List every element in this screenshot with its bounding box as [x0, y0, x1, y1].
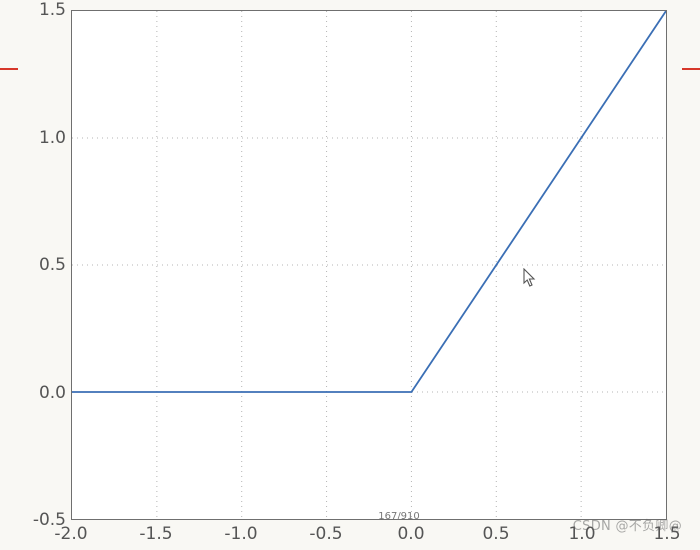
- xtick-label: 0.0: [397, 524, 424, 544]
- xtick-label: -1.5: [139, 524, 172, 544]
- xtick-label: -1.0: [224, 524, 257, 544]
- red-marker-left: [0, 68, 18, 70]
- chart-frame: { "chart_data": { "type": "line", "title…: [0, 0, 700, 550]
- watermark-text: CSDN @不负卿@: [573, 515, 682, 534]
- xtick-label: -0.5: [309, 524, 342, 544]
- ytick-label: 1.0: [16, 128, 66, 148]
- ytick-label: 1.5: [16, 0, 66, 20]
- plot-area[interactable]: [71, 10, 667, 520]
- ytick-label: 0.0: [16, 383, 66, 403]
- plot-svg: [72, 11, 666, 519]
- xtick-label: 0.5: [482, 524, 509, 544]
- ytick-label: 0.5: [16, 255, 66, 275]
- xtick-label: -2.0: [54, 524, 87, 544]
- red-marker-right: [682, 68, 700, 70]
- page-counter: 167/910: [378, 511, 420, 522]
